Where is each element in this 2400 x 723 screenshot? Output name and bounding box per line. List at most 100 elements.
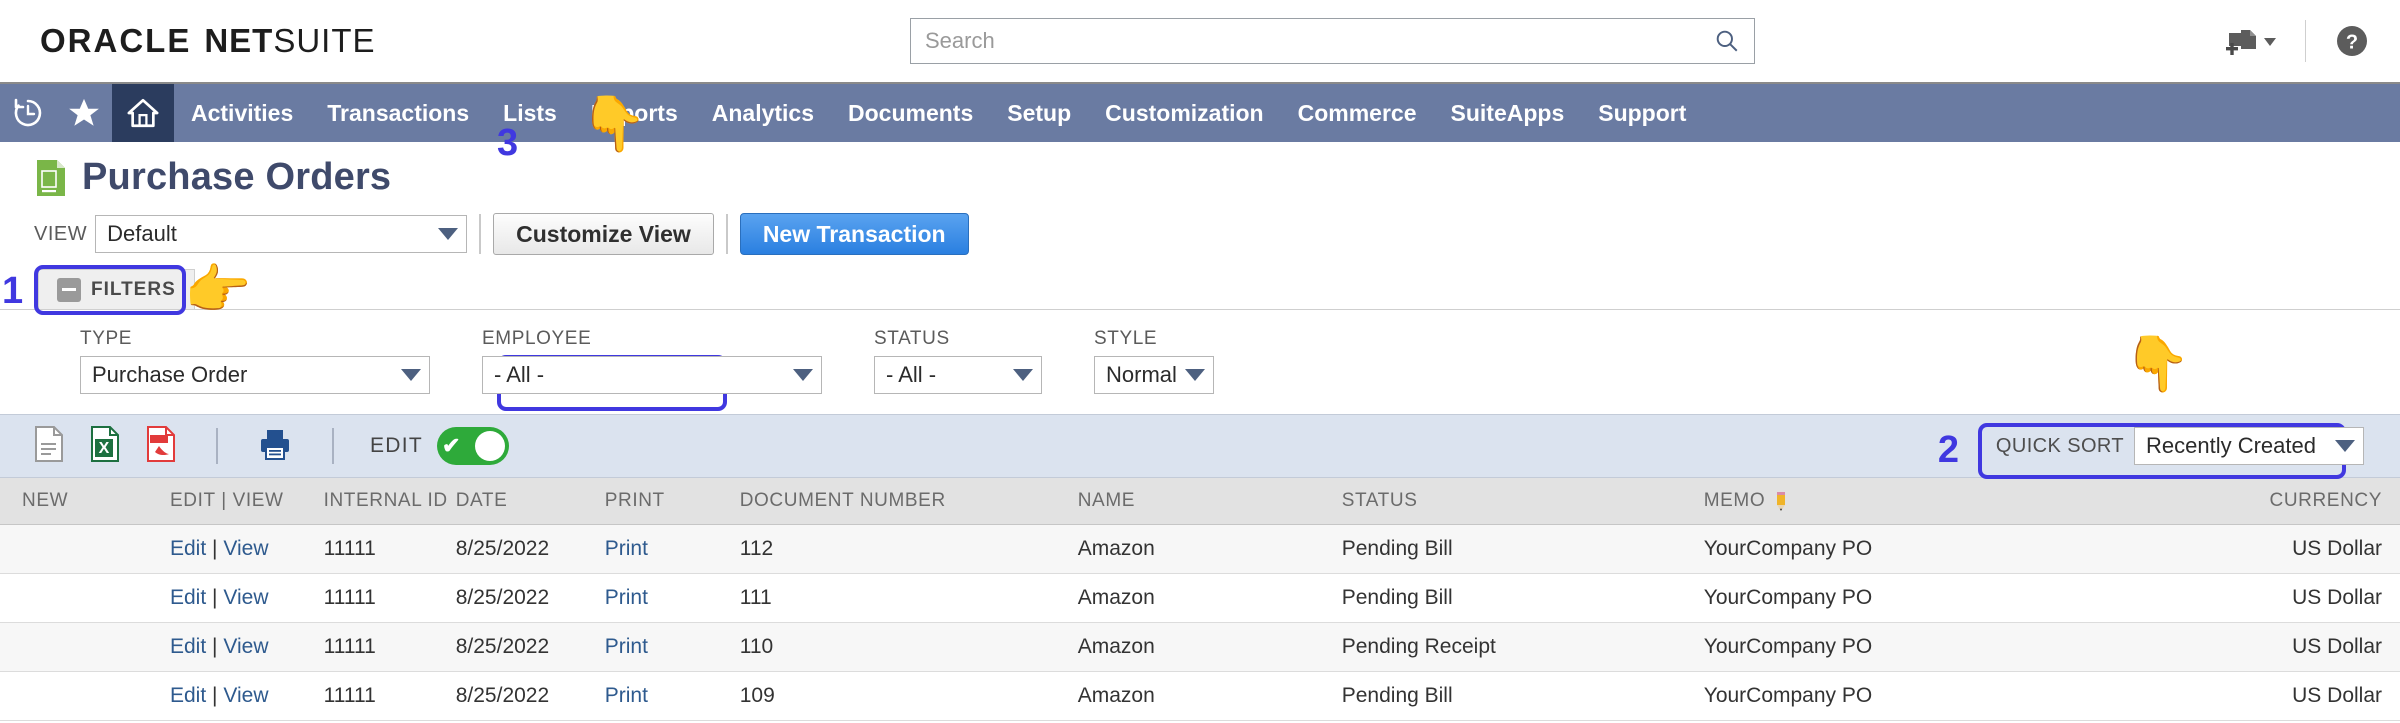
view-link[interactable]: View <box>223 537 268 560</box>
cell-print[interactable]: Print <box>592 573 728 623</box>
view-link[interactable]: View <box>223 635 268 658</box>
recent-history-icon[interactable] <box>0 84 56 142</box>
home-icon[interactable] <box>112 84 174 142</box>
filter-type-select[interactable]: Purchase Order <box>80 356 430 394</box>
quick-sort-select[interactable]: Recently Created <box>2134 427 2364 465</box>
cell-new[interactable] <box>0 622 70 672</box>
cell-print[interactable]: Print <box>592 622 728 672</box>
chevron-down-icon[interactable] <box>1185 369 1205 381</box>
column-header-document-number[interactable]: DOCUMENT NUMBER <box>727 478 1058 525</box>
nav-item-support[interactable]: Support <box>1581 84 1703 142</box>
export-pdf-icon[interactable] <box>146 425 176 467</box>
chevron-down-icon[interactable] <box>438 228 459 240</box>
filter-label-status: STATUS <box>874 328 950 349</box>
nav-item-documents[interactable]: Documents <box>831 84 990 142</box>
column-header-currency[interactable]: CURRENCY <box>2187 478 2400 525</box>
cell-new[interactable] <box>0 573 70 623</box>
column-header-new[interactable]: NEW <box>0 478 70 525</box>
filter-status-value: - All - <box>886 362 937 387</box>
cell-memo[interactable]: YourCompany PO <box>1687 671 2188 721</box>
table-row[interactable]: Edit | View 11111 8/25/2022 Print 110 Am… <box>0 622 2400 672</box>
cell-name: Amazon <box>1057 573 1328 623</box>
toolbar-divider <box>479 214 482 254</box>
cell-print[interactable]: Print <box>592 671 728 721</box>
minus-icon[interactable] <box>57 277 81 302</box>
search-icon[interactable] <box>1714 28 1740 54</box>
cell-memo[interactable]: YourCompany PO <box>1687 622 2188 672</box>
nav-item-transactions[interactable]: Transactions <box>310 84 486 142</box>
table-row[interactable]: Edit | View 11111 8/25/2022 Print 111 Am… <box>0 573 2400 623</box>
view-link[interactable]: View <box>223 684 268 707</box>
cell-edit-view[interactable]: Edit | View <box>70 573 284 623</box>
edit-mode-toggle[interactable]: ✔ <box>437 427 510 465</box>
cell-memo[interactable]: YourCompany PO <box>1687 573 2188 623</box>
view-link[interactable]: View <box>223 586 268 609</box>
edit-view-separator: | <box>212 537 218 560</box>
filter-employee-value: - All - <box>494 362 545 387</box>
edit-link[interactable]: Edit <box>170 684 206 707</box>
filter-group-status: STATUS - All - <box>874 328 1042 394</box>
print-link[interactable]: Print <box>605 684 648 707</box>
column-header-edit-view[interactable]: EDIT | VIEW <box>70 478 284 525</box>
nav-item-setup[interactable]: Setup <box>990 84 1088 142</box>
chevron-down-icon[interactable] <box>401 369 421 381</box>
cell-edit-view[interactable]: Edit | View <box>70 524 284 574</box>
page-header: Purchase Orders VIEW Default Customize V… <box>0 97 2400 411</box>
nav-item-customization[interactable]: Customization <box>1088 84 1280 142</box>
cell-edit-view[interactable]: Edit | View <box>70 622 284 672</box>
column-header-name[interactable]: NAME <box>1057 478 1328 525</box>
help-icon[interactable]: ? <box>2332 21 2372 61</box>
nav-item-analytics[interactable]: Analytics <box>695 84 831 142</box>
column-header-memo[interactable]: MEMO <box>1687 478 2188 525</box>
chevron-down-icon[interactable] <box>2335 440 2355 452</box>
add-shortcut-icon[interactable] <box>2221 21 2279 61</box>
cell-status: Pending Bill <box>1327 524 1688 574</box>
print-link[interactable]: Print <box>605 635 648 658</box>
column-header-internal-id[interactable]: INTERNAL ID <box>283 478 448 525</box>
table-row[interactable]: Edit | View 11111 8/25/2022 Print 112 Am… <box>0 524 2400 574</box>
filter-label-type: TYPE <box>80 328 133 349</box>
cell-new[interactable] <box>0 524 70 574</box>
export-csv-icon[interactable] <box>34 425 64 467</box>
filter-employee-select[interactable]: - All - <box>482 356 822 394</box>
export-icon-group: X <box>34 425 348 467</box>
edit-link[interactable]: Edit <box>170 635 206 658</box>
edit-link[interactable]: Edit <box>170 586 206 609</box>
pencil-edit-icon[interactable] <box>1773 490 1789 512</box>
column-header-date[interactable]: DATE <box>447 478 593 525</box>
list-toolbar: X EDIT ✔ 2 👇 QUICK SORT Recently Created <box>0 337 2400 479</box>
nav-item-activities[interactable]: Activities <box>174 84 310 142</box>
cell-new[interactable] <box>0 671 70 721</box>
customize-view-button[interactable]: Customize View <box>493 213 714 255</box>
print-link[interactable]: Print <box>605 586 648 609</box>
nav-item-suiteapps[interactable]: SuiteApps <box>1434 84 1582 142</box>
column-header-print[interactable]: PRINT <box>592 478 728 525</box>
chevron-down-icon[interactable] <box>2261 32 2279 50</box>
view-select[interactable]: Default <box>95 215 468 253</box>
new-transaction-button[interactable]: New Transaction <box>739 213 969 255</box>
print-icon[interactable] <box>258 427 292 466</box>
nav-item-commerce[interactable]: Commerce <box>1281 84 1434 142</box>
global-search[interactable] <box>910 18 1755 64</box>
cell-memo[interactable]: YourCompany PO <box>1687 524 2188 574</box>
cell-name: Amazon <box>1057 524 1328 574</box>
favorites-star-icon[interactable] <box>56 84 112 142</box>
table-header-row: NEW EDIT | VIEW INTERNAL ID DATE PRINT D… <box>0 478 2400 525</box>
cell-edit-view[interactable]: Edit | View <box>70 671 284 721</box>
filter-style-select[interactable]: Normal <box>1094 356 1214 394</box>
annotation-number-2: 2 <box>1937 429 1960 471</box>
toolbar-separator-1 <box>216 428 218 464</box>
table-row[interactable]: Edit | View 11111 8/25/2022 Print 109 Am… <box>0 671 2400 721</box>
filter-status-select[interactable]: - All - <box>874 356 1042 394</box>
chevron-down-icon[interactable] <box>1013 369 1033 381</box>
edit-link[interactable]: Edit <box>170 537 206 560</box>
logo-net-text: NET <box>204 22 274 59</box>
column-header-status[interactable]: STATUS <box>1327 478 1688 525</box>
chevron-down-icon[interactable] <box>793 369 813 381</box>
cell-print[interactable]: Print <box>592 524 728 574</box>
export-excel-icon[interactable]: X <box>90 425 120 467</box>
print-link[interactable]: Print <box>605 537 648 560</box>
filters-tab[interactable]: FILTERS <box>38 269 195 309</box>
search-input[interactable] <box>925 28 1714 54</box>
pointing-hand-right-icon-1: 👉 <box>184 260 252 320</box>
